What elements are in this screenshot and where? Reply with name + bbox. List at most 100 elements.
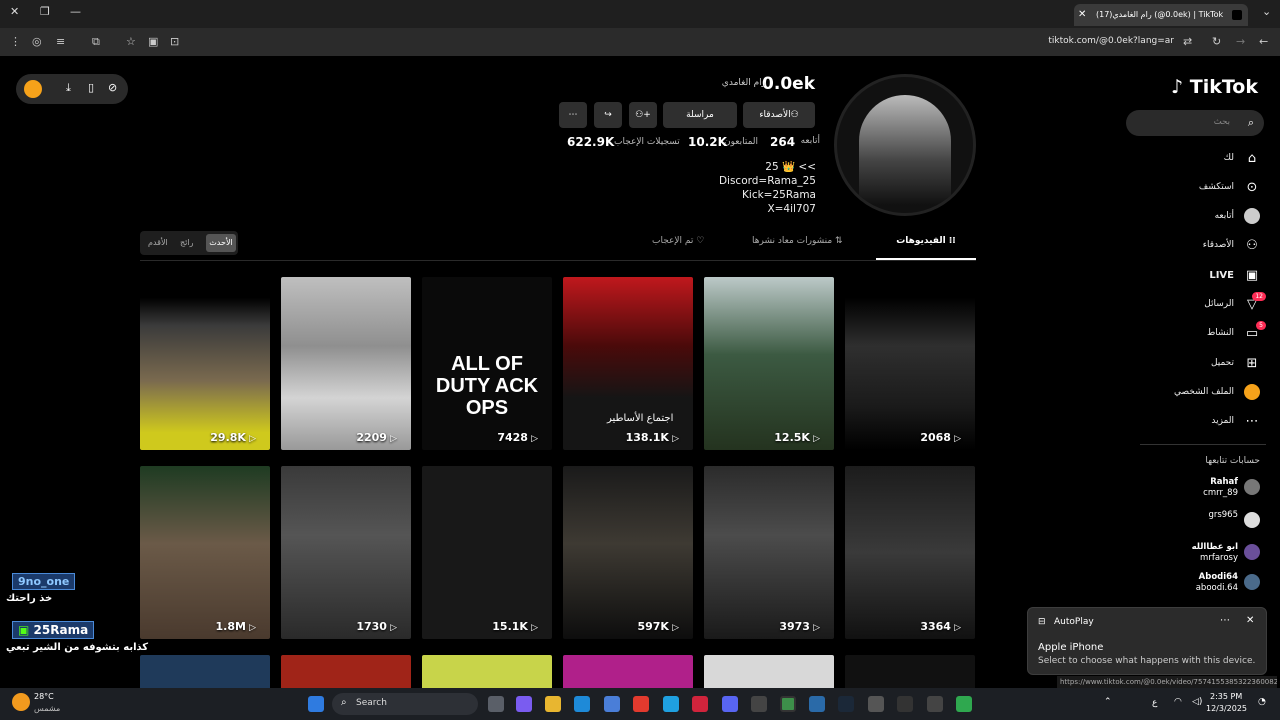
profile-avatar[interactable]	[834, 74, 976, 216]
terminal-icon[interactable]	[897, 696, 913, 712]
menu-dots-icon[interactable]: ⋮	[10, 35, 21, 48]
sidebar-item-live[interactable]: LIVE ▣	[1209, 264, 1260, 286]
back-icon[interactable]: ←	[1259, 35, 1268, 48]
sidebar-item-profile[interactable]: الملف الشخصي	[1174, 381, 1260, 403]
install-icon[interactable]: ⊡	[170, 35, 179, 48]
url-field[interactable]: tiktok.com/@0.0ek?lang=ar	[1048, 36, 1174, 46]
reading-list-icon[interactable]: ≡	[56, 35, 65, 48]
tab-liked[interactable]: تم الإعجاب ♡	[652, 236, 704, 246]
close-icon[interactable]: ✕	[1246, 615, 1254, 626]
video-card[interactable]: اجتماع الأساطير 138.1K	[563, 277, 693, 450]
app-icon[interactable]	[956, 696, 972, 712]
start-icon[interactable]	[308, 696, 324, 712]
sort-latest-button[interactable]: الأحدث	[206, 234, 236, 252]
minimize-window-icon[interactable]: —	[70, 5, 81, 18]
close-window-icon[interactable]: ✕	[10, 5, 19, 18]
browser-tab[interactable]: ✕ (17)رام الغامدي (@0.0ek) | TikTok	[1074, 4, 1248, 26]
app-icon[interactable]	[927, 696, 943, 712]
sidebar-item-following[interactable]: أتابعه	[1215, 205, 1260, 227]
sidebar-item-activity[interactable]: النشاط ▭ 5	[1207, 321, 1266, 344]
close-tab-icon[interactable]: ✕	[1078, 4, 1086, 26]
task-view-icon[interactable]	[488, 696, 504, 712]
sidebar-item-more[interactable]: المزيد ⋯	[1211, 410, 1260, 432]
video-card[interactable]	[281, 655, 411, 688]
video-card[interactable]: 3973	[704, 466, 834, 639]
video-card[interactable]: 597K	[563, 466, 693, 639]
bookmark-star-icon[interactable]: ☆	[126, 35, 136, 48]
video-card[interactable]: 1.8M	[140, 466, 270, 639]
app-icon[interactable]	[663, 696, 679, 712]
store-icon[interactable]	[604, 696, 620, 712]
weather-icon[interactable]	[12, 693, 30, 711]
site-settings-icon[interactable]: ⇄	[1183, 35, 1192, 48]
extensions-icon[interactable]: ⧉	[92, 35, 100, 49]
sort-popular-button[interactable]: رائج	[180, 234, 193, 252]
more-options-button[interactable]: ⋯	[559, 102, 587, 128]
message-button[interactable]: مراسلة	[663, 102, 737, 128]
video-card[interactable]: 2068	[845, 277, 975, 450]
friends-button[interactable]: الأصدقاء ⚇	[743, 102, 815, 128]
video-card[interactable]: ALL OF DUTY ACK OPS 7428	[422, 277, 552, 450]
following-account[interactable]: ابو عطاالله mrfarosy	[1192, 542, 1260, 564]
edge-icon[interactable]	[574, 696, 590, 712]
reload-icon[interactable]: ↻	[1212, 35, 1221, 48]
sidebar-item-upload[interactable]: تحميل ⊞	[1211, 352, 1260, 374]
search-icon[interactable]: ⌕	[1248, 116, 1254, 130]
autoplay-notification[interactable]: ⊟ AutoPlay ⋯ ✕ Apple iPhone Select to ch…	[1027, 607, 1267, 675]
app-icon[interactable]	[633, 696, 649, 712]
user-avatar-icon[interactable]	[24, 80, 42, 98]
sidebar-icon[interactable]: ▣	[148, 35, 158, 48]
video-card[interactable]: 29.8K	[140, 277, 270, 450]
video-card[interactable]: 1730	[281, 466, 411, 639]
settings-icon[interactable]	[751, 696, 767, 712]
tiktok-logo[interactable]: ♪ TikTok	[1171, 76, 1258, 98]
video-card[interactable]	[704, 655, 834, 688]
forward-icon[interactable]: →	[1236, 35, 1245, 48]
following-account[interactable]: Rahaf cmrr_89	[1203, 477, 1260, 499]
video-card[interactable]: 12.5K	[704, 277, 834, 450]
following-account[interactable]: Abodi64 aboodi.64	[1196, 572, 1260, 594]
tray-chevron-icon[interactable]: ⌃	[1104, 697, 1112, 707]
video-card[interactable]: 15.1K	[422, 466, 552, 639]
copilot-icon[interactable]	[516, 696, 532, 712]
chrome-icon[interactable]	[780, 696, 796, 712]
video-card[interactable]	[563, 655, 693, 688]
sort-oldest-button[interactable]: الأقدم	[148, 234, 168, 252]
file-explorer-icon[interactable]	[545, 696, 561, 712]
following-stat[interactable]: أتابعه	[801, 136, 820, 146]
notifications-icon[interactable]: ◔	[1258, 697, 1266, 707]
app-icon[interactable]	[692, 696, 708, 712]
video-card[interactable]	[422, 655, 552, 688]
device-icon[interactable]: ▯	[88, 81, 94, 94]
share-button[interactable]: ↪	[594, 102, 622, 128]
compass-small-icon[interactable]: ⊘	[108, 81, 117, 94]
language-indicator[interactable]: ع	[1152, 698, 1157, 708]
sidebar-item-messages[interactable]: الرسائل ▽ 12	[1204, 292, 1266, 315]
search-input[interactable]: ⌕ بحث	[1126, 110, 1264, 136]
wifi-icon[interactable]: ◠	[1174, 697, 1182, 707]
sidebar-item-explore[interactable]: استكشف ⊙	[1199, 176, 1260, 198]
tab-videos[interactable]: الفيديوهات ⁞⁞	[876, 236, 976, 260]
download-icon[interactable]: ⤓	[66, 81, 71, 95]
discord-icon[interactable]	[722, 696, 738, 712]
app-icon[interactable]	[809, 696, 825, 712]
clock-date[interactable]: 12/3/2025	[1206, 704, 1247, 713]
steam-icon[interactable]	[838, 696, 854, 712]
clock-time[interactable]: 2:35 PM	[1210, 692, 1242, 701]
video-card[interactable]: 3364	[845, 466, 975, 639]
sidebar-item-foryou[interactable]: لك ⌂	[1224, 147, 1260, 169]
add-friend-button[interactable]: ⚇+	[629, 102, 657, 128]
taskbar-search[interactable]: ⌕ Search	[332, 693, 478, 715]
app-icon[interactable]	[868, 696, 884, 712]
profile-icon[interactable]: ◎	[32, 35, 42, 48]
volume-icon[interactable]: ◁)	[1192, 697, 1202, 707]
sidebar-item-friends[interactable]: الأصدقاء ⚇	[1203, 234, 1260, 256]
restore-window-icon[interactable]: ❐	[40, 5, 50, 18]
more-icon[interactable]: ⋯	[1220, 615, 1230, 626]
following-account[interactable]: grs965	[1208, 510, 1260, 528]
video-card[interactable]	[845, 655, 975, 688]
tab-list-icon[interactable]: ⌄	[1262, 5, 1271, 18]
video-card[interactable]	[140, 655, 270, 688]
video-card[interactable]: 2209	[281, 277, 411, 450]
tab-reposts[interactable]: منشورات معاد نشرها ⇅	[752, 236, 843, 246]
